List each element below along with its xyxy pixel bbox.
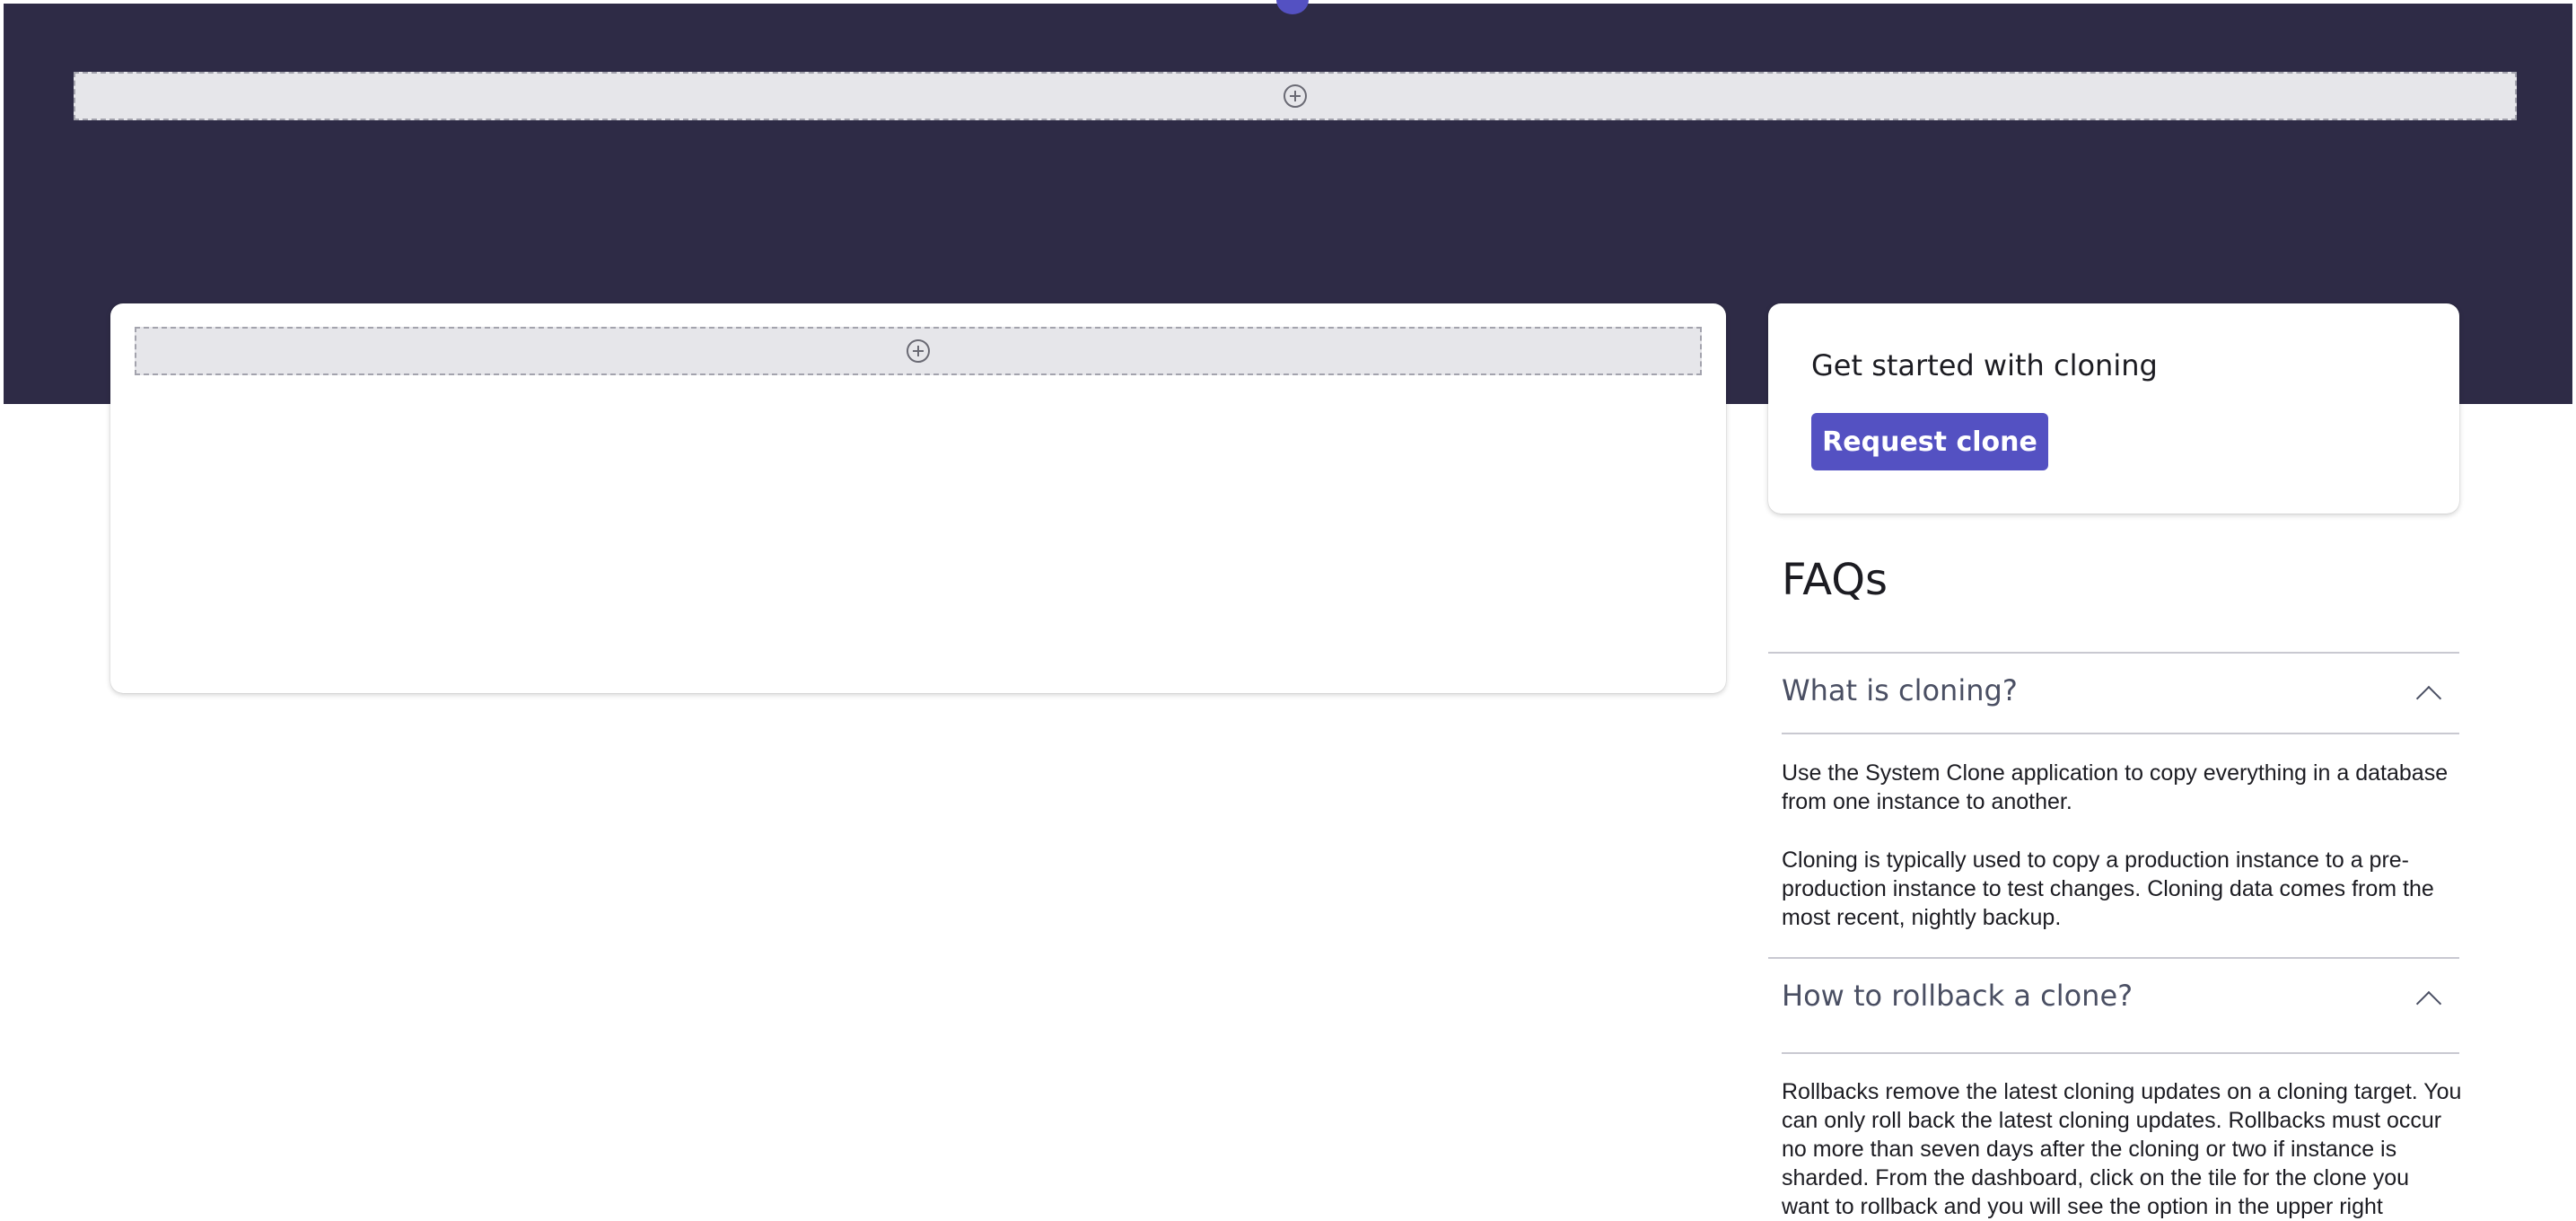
faq-divider (1782, 1052, 2459, 1054)
add-section-handle[interactable] (1276, 0, 1309, 14)
plus-circle-icon[interactable] (1284, 84, 1307, 108)
faq-answer-paragraph: Cloning is typically used to copy a prod… (1782, 848, 2434, 930)
chevron-up-icon[interactable] (2415, 685, 2442, 712)
get-started-title: Get started with cloning (1811, 348, 2158, 382)
faq-heading: FAQs (1782, 555, 1888, 605)
faq-question: What is cloning? (1782, 673, 2018, 707)
card-dropzone[interactable] (135, 327, 1702, 375)
faq-answer-paragraph: Rollbacks remove the latest cloning upda… (1782, 1079, 2462, 1219)
chevron-up-icon[interactable] (2415, 990, 2442, 1017)
faq-divider (1782, 733, 2459, 734)
faq-question: How to rollback a clone? (1782, 979, 2134, 1013)
faq-answer-paragraph: Use the System Clone application to copy… (1782, 760, 2449, 814)
hero-dropzone[interactable] (74, 72, 2517, 120)
request-clone-button[interactable]: Request clone (1811, 413, 2048, 470)
faq-item-rollback[interactable]: How to rollback a clone? (1768, 959, 2459, 1038)
get-started-card: Get started with cloning Request clone (1768, 303, 2459, 514)
faq-item-what-is-cloning[interactable]: What is cloning? (1768, 654, 2459, 733)
plus-circle-icon[interactable] (907, 339, 930, 363)
